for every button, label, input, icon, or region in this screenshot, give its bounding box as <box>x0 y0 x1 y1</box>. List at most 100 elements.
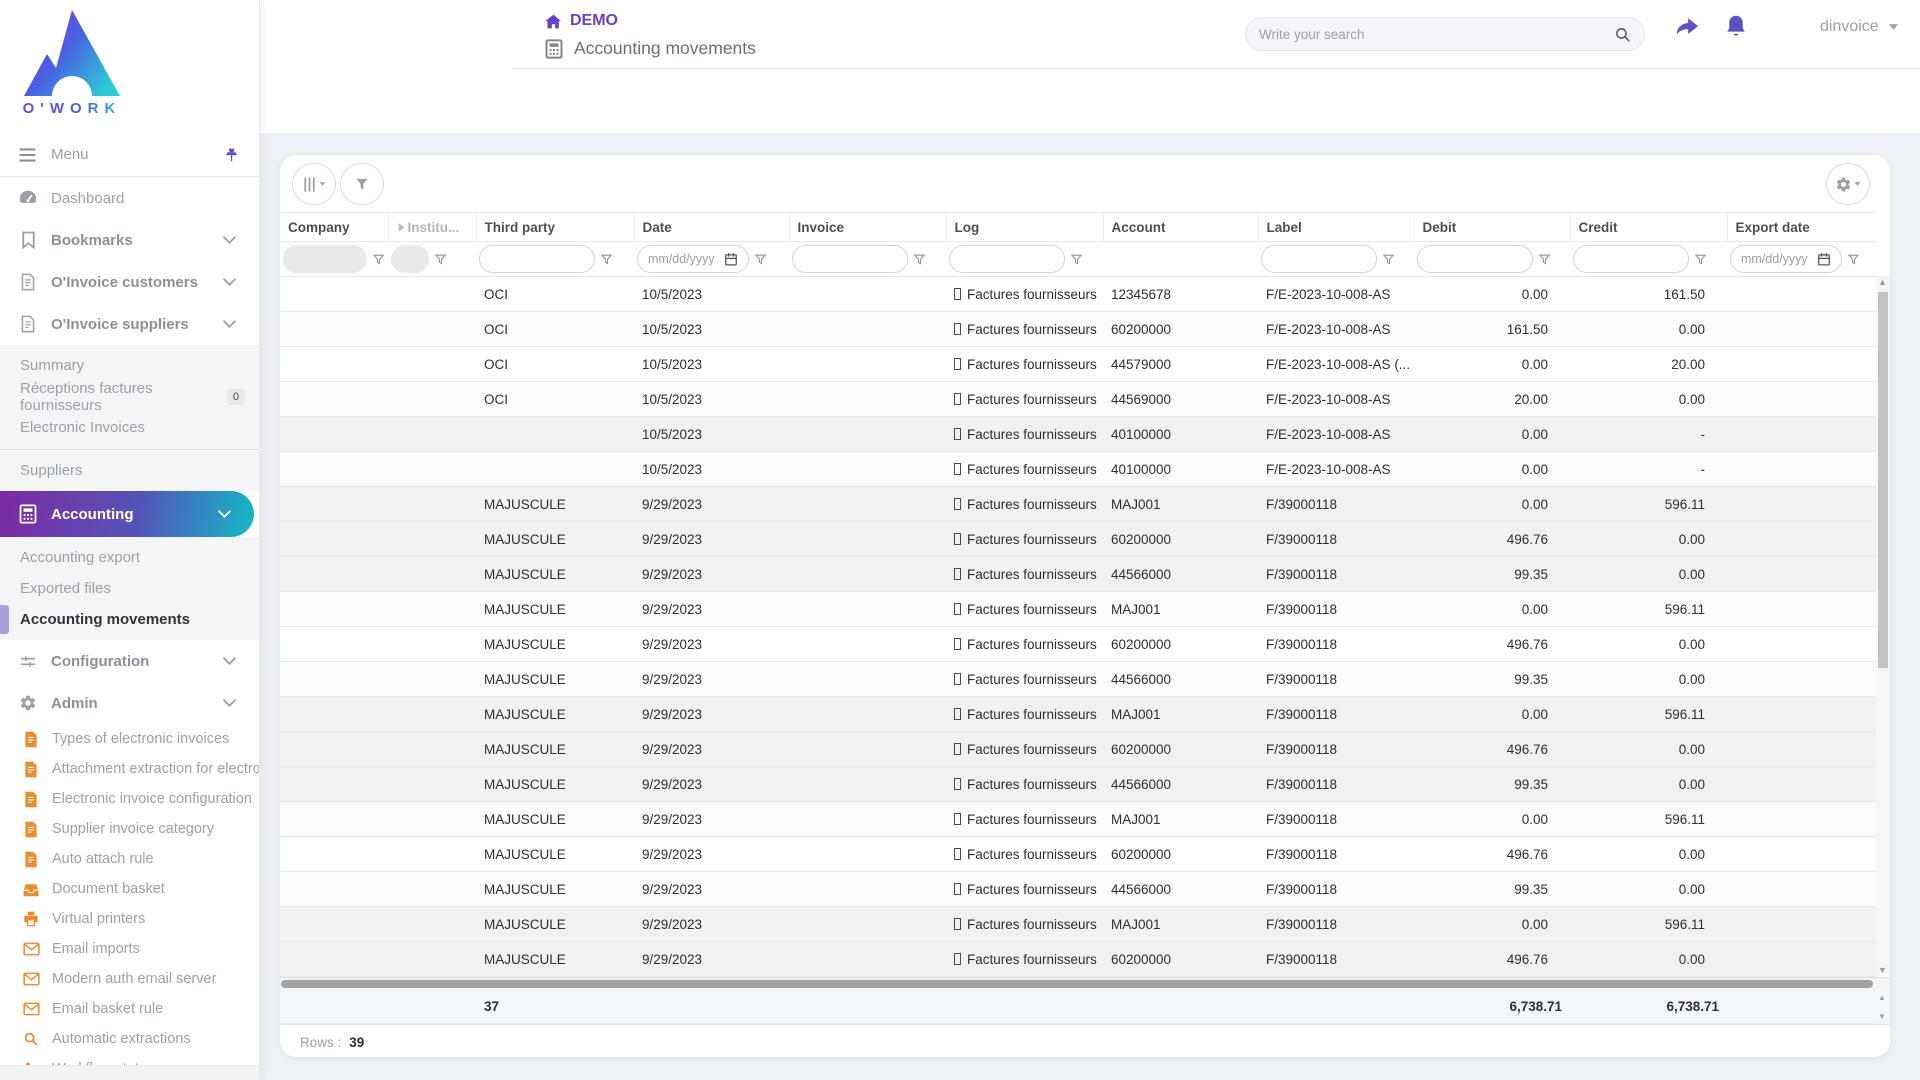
filter-button-third_party[interactable] <box>600 253 613 266</box>
filter-button-export_date[interactable] <box>1847 253 1860 266</box>
sidebar-item-automatic-extractions[interactable]: Automatic extractions <box>0 1024 259 1054</box>
column-header-log[interactable]: Log <box>946 212 1104 242</box>
filter-input-label[interactable] <box>1272 252 1366 266</box>
filter-button-credit[interactable] <box>1694 253 1707 266</box>
scroll-up-icon[interactable]: ▲ <box>1878 277 1887 287</box>
column-header-credit[interactable]: Credit <box>1570 212 1728 242</box>
sidebar-item-exported-files[interactable]: Exported files <box>0 573 259 604</box>
filter-button-invoice[interactable] <box>913 253 926 266</box>
table-row[interactable]: MAJUSCULE 9/29/2023 Factures fournisseurs 4… <box>280 661 1876 697</box>
hamburger-icon[interactable] <box>18 147 37 163</box>
sidebar-item-virtual-printers[interactable]: Virtual printers <box>0 904 259 934</box>
filter-input-export_date[interactable] <box>1741 252 1813 266</box>
search-input[interactable] <box>1259 26 1614 42</box>
scroll-down-icon[interactable]: ▼ <box>1878 1012 1886 1021</box>
sidebar-item-attachment-extraction-for-electroni[interactable]: Attachment extraction for electroni <box>0 754 259 784</box>
scroll-up-icon[interactable]: ▲ <box>1878 993 1886 1002</box>
sidebar-item-electronic-invoice-configuration[interactable]: Electronic invoice configuration <box>0 784 259 814</box>
table-row[interactable]: OCI 10/5/2023 Factures fournisseurs 6020000… <box>280 311 1876 347</box>
column-header-export_date[interactable]: Export date <box>1727 212 1876 242</box>
table-row[interactable]: MAJUSCULE 9/29/2023 Factures fournisseurs 6… <box>280 731 1876 767</box>
column-header-third_party[interactable]: Third party <box>476 212 635 242</box>
sidebar-item-email-basket-rule[interactable]: Email basket rule <box>0 994 259 1024</box>
pin-icon[interactable] <box>224 147 239 163</box>
sidebar-item-o-invoice-suppliers[interactable]: O'Invoice suppliers <box>0 303 259 345</box>
sidebar-item-auto-attach-rule[interactable]: Auto attach rule <box>0 844 259 874</box>
filter-input-third_party[interactable] <box>490 252 584 266</box>
table-row[interactable]: MAJUSCULE 9/29/2023 Factures fournisseurs M… <box>280 696 1876 732</box>
user-menu[interactable]: dinvoice <box>1820 18 1899 36</box>
breadcrumb[interactable]: DEMO <box>545 12 618 30</box>
sidebar-item-electronic-invoices[interactable]: Electronic Invoices <box>0 412 259 443</box>
caret-down-icon <box>1888 23 1899 31</box>
table-row[interactable]: OCI 10/5/2023 Factures fournisseurs 4456900… <box>280 381 1876 417</box>
filter-input-credit[interactable] <box>1584 252 1678 266</box>
column-header-label: Export date <box>1735 219 1810 235</box>
sidebar-item-suppliers[interactable]: Suppliers <box>0 455 259 486</box>
cell-export_date <box>1727 661 1876 697</box>
filter-button-log[interactable] <box>1070 253 1083 266</box>
search-icon[interactable] <box>1614 26 1631 43</box>
filter-button-company[interactable] <box>372 253 385 266</box>
table-row[interactable]: MAJUSCULE 9/29/2023 Factures fournisseurs M… <box>280 486 1876 522</box>
expand-right-icon[interactable] <box>397 222 406 233</box>
calendar-icon[interactable] <box>1817 252 1831 266</box>
column-header-invoice[interactable]: Invoice <box>789 212 947 242</box>
sidebar-item-admin[interactable]: Admin <box>0 682 259 724</box>
sidebar-item-email-imports[interactable]: Email imports <box>0 934 259 964</box>
table-row[interactable]: MAJUSCULE 9/29/2023 Factures fournisseurs 6… <box>280 941 1876 977</box>
table-row[interactable]: MAJUSCULE 9/29/2023 Factures fournisseurs M… <box>280 591 1876 627</box>
sidebar-item-document-basket[interactable]: Document basket <box>0 874 259 904</box>
sidebar-item-accounting-export[interactable]: Accounting export <box>0 542 259 573</box>
sidebar-item-summary[interactable]: Summary <box>0 350 259 381</box>
sidebar-item-bookmarks[interactable]: Bookmarks <box>0 219 259 261</box>
column-header-company[interactable]: Company <box>280 212 389 242</box>
horizontal-scrollbar-thumb[interactable] <box>281 980 1873 988</box>
filter-button-date[interactable] <box>754 253 767 266</box>
table-row[interactable]: MAJUSCULE 9/29/2023 Factures fournisseurs M… <box>280 906 1876 942</box>
sidebar-item-accounting-movements[interactable]: Accounting movements <box>0 604 259 635</box>
sidebar-item-supplier-invoice-category[interactable]: Supplier invoice category <box>0 814 259 844</box>
column-header-label: Account <box>1111 219 1166 235</box>
sidebar-item-types-of-electronic-invoices[interactable]: Types of electronic invoices <box>0 724 259 754</box>
share-button[interactable] <box>1672 13 1702 41</box>
column-header-date[interactable]: Date <box>634 212 790 242</box>
column-header-label[interactable]: Label <box>1258 212 1415 242</box>
column-header-account[interactable]: Account <box>1103 212 1259 242</box>
table-row[interactable]: MAJUSCULE 9/29/2023 Factures fournisseurs 4… <box>280 766 1876 802</box>
table-row[interactable]: MAJUSCULE 9/29/2023 Factures fournisseurs M… <box>280 801 1876 837</box>
vertical-scrollbar-thumb[interactable] <box>1878 292 1888 668</box>
filter-input-date[interactable] <box>648 252 720 266</box>
sidebar-item-dashboard[interactable]: Dashboard <box>0 177 259 219</box>
filter-button[interactable] <box>340 163 384 205</box>
table-row[interactable]: MAJUSCULE 9/29/2023 Factures fournisseurs 4… <box>280 871 1876 907</box>
sidebar-item-modern-auth-email-server[interactable]: Modern auth email server <box>0 964 259 994</box>
scroll-down-icon[interactable]: ▼ <box>1878 965 1887 975</box>
sidebar-item-accounting[interactable]: Accounting <box>0 491 254 537</box>
column-header-debit[interactable]: Debit <box>1414 212 1571 242</box>
filter-input-log[interactable] <box>960 252 1054 266</box>
table-row[interactable]: 10/5/2023 Factures fournisseurs 40100000 F/… <box>280 416 1876 452</box>
table-row[interactable]: MAJUSCULE 9/29/2023 Factures fournisseurs 6… <box>280 626 1876 662</box>
sidebar-item-o-invoice-customers[interactable]: O'Invoice customers <box>0 261 259 303</box>
table-row[interactable]: OCI 10/5/2023 Factures fournisseurs 4457900… <box>280 346 1876 382</box>
filter-input-debit[interactable] <box>1428 252 1522 266</box>
totals-row: 37 6,738.71 6,738.71 <box>280 990 1876 1024</box>
column-header-institution[interactable]: Institu... <box>388 212 477 242</box>
sidebar-item-r-ceptions-factures-fournisseurs[interactable]: Réceptions factures fournisseurs 0 <box>0 380 259 414</box>
sidebar-item-configuration[interactable]: Configuration <box>0 640 259 682</box>
cell-invoice <box>789 556 946 592</box>
table-row[interactable]: 10/5/2023 Factures fournisseurs 40100000 F/… <box>280 451 1876 487</box>
filter-button-label[interactable] <box>1382 253 1395 266</box>
notifications-button[interactable] <box>1723 12 1749 40</box>
table-row[interactable]: MAJUSCULE 9/29/2023 Factures fournisseurs 4… <box>280 556 1876 592</box>
table-row[interactable]: MAJUSCULE 9/29/2023 Factures fournisseurs 6… <box>280 521 1876 557</box>
filter-button-debit[interactable] <box>1538 253 1551 266</box>
calendar-icon[interactable] <box>724 252 738 266</box>
filter-button-institution[interactable] <box>434 253 447 266</box>
filter-input-invoice[interactable] <box>803 252 897 266</box>
table-row[interactable]: MAJUSCULE 9/29/2023 Factures fournisseurs 6… <box>280 836 1876 872</box>
table-row[interactable]: OCI 10/5/2023 Factures fournisseurs 1234567… <box>280 276 1876 312</box>
settings-button[interactable] <box>1826 163 1870 205</box>
columns-button[interactable] <box>292 163 336 205</box>
